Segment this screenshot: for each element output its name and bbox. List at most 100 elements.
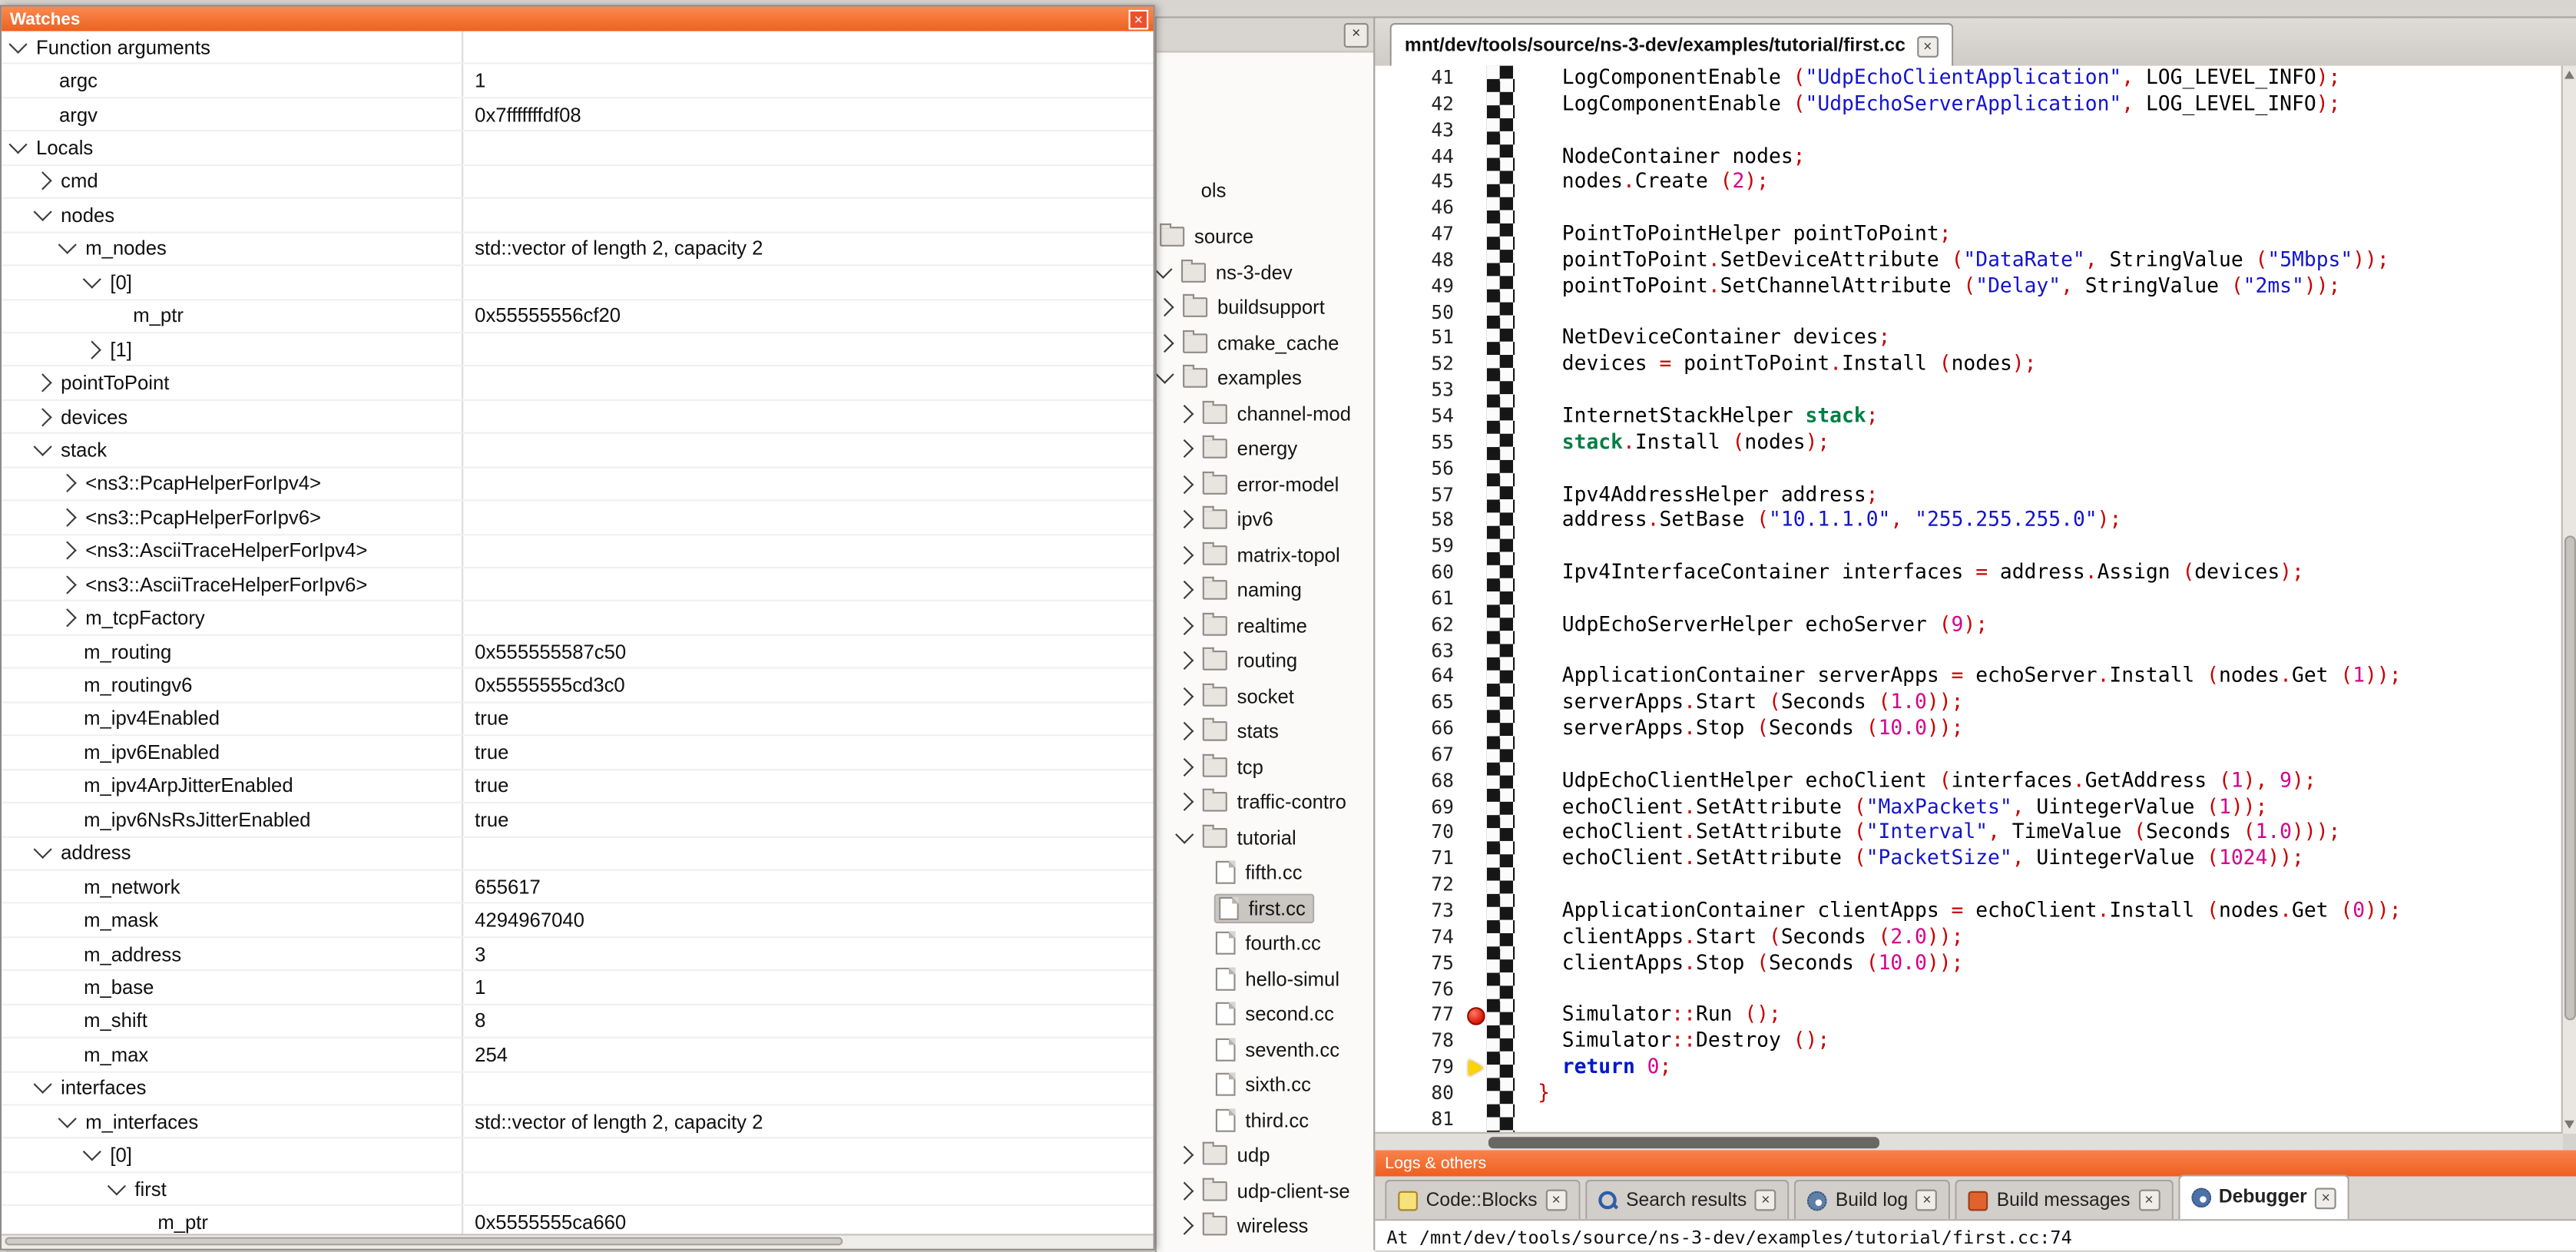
- tree-item-routing[interactable]: routing: [1157, 643, 1375, 678]
- breakpoint-margin[interactable]: [1467, 717, 1487, 743]
- breakpoint-margin[interactable]: [1467, 977, 1487, 1003]
- code-line[interactable]: 68 UdpEchoClientHelper echoClient (inter…: [1375, 769, 2562, 795]
- collapse-icon[interactable]: [58, 236, 77, 254]
- close-icon[interactable]: ×: [1344, 23, 1369, 48]
- tree-item-udp-client-se[interactable]: udp-client-se: [1157, 1173, 1375, 1208]
- line-number[interactable]: 74: [1375, 925, 1467, 951]
- code-line[interactable]: 45 nodes.Create (2);: [1375, 170, 2562, 196]
- breakpoint-margin[interactable]: [1467, 1081, 1487, 1107]
- code-line[interactable]: 79 return 0;: [1375, 1055, 2562, 1081]
- expand-icon[interactable]: [34, 172, 52, 190]
- watch-row-cmd[interactable]: cmd: [2, 166, 1153, 200]
- code-line[interactable]: 70 echoClient.SetAttribute ("Interval", …: [1375, 820, 2562, 846]
- breakpoint-margin[interactable]: [1467, 508, 1487, 535]
- code-line[interactable]: 81: [1375, 1107, 2562, 1133]
- code-line[interactable]: 53: [1375, 378, 2562, 404]
- collapse-icon[interactable]: [108, 1176, 126, 1194]
- breakpoint-margin[interactable]: [1467, 430, 1487, 456]
- code-line[interactable]: 54 InternetStackHelper stack;: [1375, 404, 2562, 430]
- line-number[interactable]: 80: [1375, 1081, 1467, 1107]
- breakpoint-margin[interactable]: [1467, 873, 1487, 899]
- breakpoint-margin[interactable]: [1467, 535, 1487, 561]
- collapse-icon[interactable]: [83, 1143, 101, 1161]
- fold-margin[interactable]: [1487, 638, 1515, 664]
- fold-margin[interactable]: [1487, 1107, 1515, 1133]
- breakpoint-margin[interactable]: [1467, 1107, 1487, 1133]
- collapse-icon[interactable]: [83, 270, 101, 288]
- collapse-icon[interactable]: [1155, 260, 1173, 278]
- line-number[interactable]: 68: [1375, 769, 1467, 795]
- watch-row-1[interactable]: [1]: [2, 333, 1153, 367]
- expand-icon[interactable]: [1175, 404, 1194, 422]
- watches-titlebar[interactable]: Watches ×: [2, 7, 1153, 31]
- code-line[interactable]: 48 pointToPoint.SetDeviceAttribute ("Dat…: [1375, 248, 2562, 274]
- fold-margin[interactable]: [1487, 560, 1515, 586]
- code-line[interactable]: 69 echoClient.SetAttribute ("MaxPackets"…: [1375, 794, 2562, 820]
- collapse-icon[interactable]: [8, 135, 27, 154]
- code-line[interactable]: 58 address.SetBase ("10.1.1.0", "255.255…: [1375, 508, 2562, 535]
- breakpoint-margin[interactable]: [1467, 560, 1487, 586]
- expand-icon[interactable]: [1175, 793, 1194, 811]
- line-number[interactable]: 71: [1375, 846, 1467, 873]
- close-icon[interactable]: ×: [2315, 1187, 2336, 1208]
- fold-margin[interactable]: [1487, 1055, 1515, 1081]
- breakpoint-margin[interactable]: [1467, 352, 1487, 378]
- breakpoint-margin[interactable]: [1467, 951, 1487, 977]
- watch-row-pointtopoint[interactable]: pointToPoint: [2, 367, 1153, 401]
- breakpoint-margin[interactable]: [1467, 820, 1487, 846]
- fold-margin[interactable]: [1487, 612, 1515, 638]
- code-line[interactable]: 65 serverApps.Start (Seconds (1.0));: [1375, 691, 2562, 717]
- close-icon[interactable]: ×: [1916, 1190, 1938, 1211]
- breakpoint-margin[interactable]: [1467, 378, 1487, 404]
- line-number[interactable]: 44: [1375, 144, 1467, 170]
- fold-margin[interactable]: [1487, 144, 1515, 170]
- watch-row-m-interfaces[interactable]: m_interfacesstd::vector of length 2, cap…: [2, 1106, 1153, 1140]
- watch-row-m-ipv4enabled[interactable]: m_ipv4Enabledtrue: [2, 703, 1153, 737]
- code-line[interactable]: 46: [1375, 196, 2562, 222]
- watch-row-m-mask[interactable]: m_mask4294967040: [2, 904, 1153, 938]
- line-number[interactable]: 67: [1375, 743, 1467, 769]
- fold-margin[interactable]: [1487, 222, 1515, 248]
- breakpoint-margin[interactable]: [1467, 404, 1487, 430]
- fold-margin[interactable]: [1487, 66, 1515, 92]
- code-line[interactable]: 60 Ipv4InterfaceContainer interfaces = a…: [1375, 560, 2562, 586]
- code-line[interactable]: 77 Simulator::Run ();: [1375, 1003, 2562, 1029]
- fold-margin[interactable]: [1487, 508, 1515, 535]
- close-icon[interactable]: ×: [1755, 1190, 1776, 1211]
- line-number[interactable]: 52: [1375, 352, 1467, 378]
- line-number[interactable]: 53: [1375, 378, 1467, 404]
- tree-item-tutorial[interactable]: tutorial: [1157, 820, 1375, 855]
- code-line[interactable]: 52 devices = pointToPoint.Install (nodes…: [1375, 352, 2562, 378]
- line-number[interactable]: 57: [1375, 482, 1467, 508]
- breakpoint-icon[interactable]: [1467, 1007, 1485, 1025]
- fold-margin[interactable]: [1487, 873, 1515, 899]
- watch-row-m-routingv6[interactable]: m_routingv60x5555555cd3c0: [2, 669, 1153, 703]
- code-line[interactable]: 80}: [1375, 1081, 2562, 1107]
- watch-row-m-max[interactable]: m_max254: [2, 1038, 1153, 1072]
- tree-item-matrix-topol[interactable]: matrix-topol: [1157, 537, 1375, 572]
- collapse-icon[interactable]: [34, 203, 52, 221]
- expand-icon[interactable]: [1175, 722, 1194, 740]
- close-icon[interactable]: ×: [2138, 1190, 2160, 1211]
- tree-item-energy[interactable]: energy: [1157, 431, 1375, 466]
- watch-row-m-nodes[interactable]: m_nodesstd::vector of length 2, capacity…: [2, 233, 1153, 267]
- scrollbar-thumb[interactable]: [1488, 1137, 1879, 1148]
- collapse-icon[interactable]: [34, 1075, 52, 1094]
- watch-row-first[interactable]: first: [2, 1173, 1153, 1207]
- editor-tab-first-cc[interactable]: mnt/dev/tools/source/ns-3-dev/examples/t…: [1390, 23, 1953, 68]
- code-line[interactable]: 55 stack.Install (nodes);: [1375, 430, 2562, 456]
- scrollbar-thumb[interactable]: [5, 1237, 843, 1246]
- fold-margin[interactable]: [1487, 925, 1515, 951]
- watches-horizontal-scrollbar[interactable]: [2, 1234, 1153, 1248]
- code-line[interactable]: 47 PointToPointHelper pointToPoint;: [1375, 222, 2562, 248]
- code-line[interactable]: 74 clientApps.Start (Seconds (2.0));: [1375, 925, 2562, 951]
- line-number[interactable]: 56: [1375, 456, 1467, 482]
- line-number[interactable]: 64: [1375, 664, 1467, 691]
- tree-item-socket[interactable]: socket: [1157, 678, 1375, 714]
- breakpoint-margin[interactable]: [1467, 300, 1487, 326]
- tree-item-cmake-cache[interactable]: cmake_cache: [1157, 326, 1375, 361]
- line-number[interactable]: 41: [1375, 66, 1467, 92]
- expand-icon[interactable]: [1175, 1181, 1194, 1200]
- expand-icon[interactable]: [1175, 1217, 1194, 1235]
- line-number[interactable]: 73: [1375, 899, 1467, 925]
